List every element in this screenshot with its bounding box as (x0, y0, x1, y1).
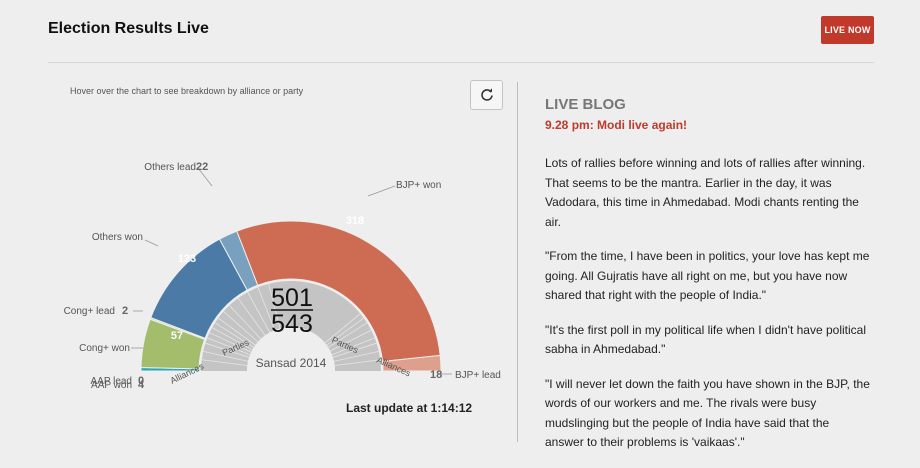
slice-value-bjp-won: 318 (346, 215, 364, 227)
center-denominator: 543 (271, 310, 313, 338)
slice-value-others-won: 123 (178, 253, 196, 265)
blog-paragraph: "It's the first poll in my political lif… (545, 322, 866, 357)
last-update: Last update at 1:14:12 (346, 401, 473, 415)
label-bjp-lead: BJP+ lead (455, 370, 501, 381)
leader-line (144, 239, 159, 247)
label-bjp-won: BJP+ won (396, 180, 441, 191)
chart-title: Sansad 2014 (256, 356, 327, 370)
value-bjp-lead: 18 (430, 369, 442, 381)
center-numerator: 501 (271, 284, 313, 312)
blog-paragraph: "From the time, I have been in politics,… (545, 249, 870, 302)
blog-body: Lots of rallies before winning and lots … (545, 154, 870, 468)
seat-chart[interactable]: 318 123 57 Others lead 22 BJP+ won Other… (0, 0, 520, 468)
value-cong-lead: 2 (122, 305, 128, 317)
label-aap-won: AAP won (91, 380, 132, 391)
blog-heading: LIVE BLOG (545, 96, 626, 113)
blog-paragraph: "I will never let down the faith you hav… (545, 376, 870, 450)
leader-line (367, 185, 396, 197)
label-others-lead: Others lead (144, 162, 196, 173)
label-others-won: Others won (92, 232, 143, 243)
value-others-lead: 22 (196, 161, 208, 173)
label-cong-won: Cong+ won (79, 343, 130, 354)
live-now-badge[interactable]: LIVE NOW (821, 16, 874, 44)
label-cong-lead: Cong+ lead (64, 306, 115, 317)
blog-paragraph: Lots of rallies before winning and lots … (545, 156, 866, 229)
panel-divider (517, 82, 518, 442)
blog-entry-title: 9.28 pm: Modi live again! (545, 118, 688, 132)
value-aap-won: 4 (138, 379, 145, 391)
slice-value-cong-won: 57 (171, 330, 183, 342)
